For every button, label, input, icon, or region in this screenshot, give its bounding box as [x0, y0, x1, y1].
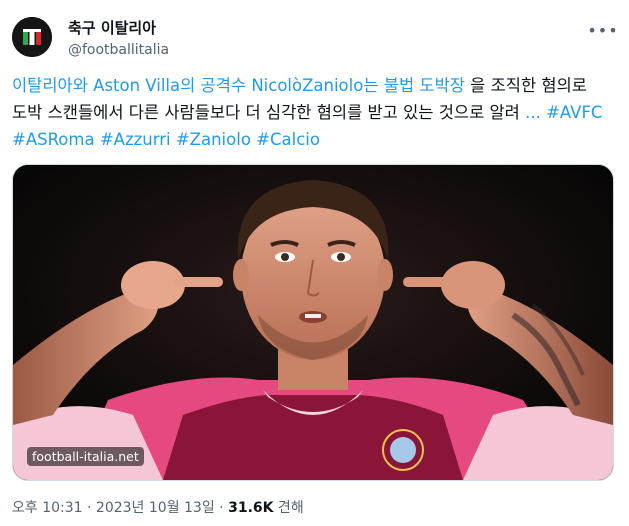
- text-segment: 는: [363, 76, 384, 95]
- separator: ·: [214, 500, 229, 516]
- mention-link-aston-villa[interactable]: Aston Villa: [93, 76, 180, 95]
- hashtag-link[interactable]: #Calcio: [256, 130, 320, 149]
- hashtag-link[interactable]: #Zaniolo: [176, 130, 251, 149]
- mention-link-zaniolo[interactable]: NicolòZaniolo: [251, 76, 363, 95]
- tweet-text: 이탈리아와 Aston Villa의 공격수 NicolòZaniolo는 불법…: [12, 72, 618, 153]
- photo-watermark: football-italia.net: [27, 447, 144, 466]
- account-handle[interactable]: @footballitalia: [68, 40, 169, 60]
- display-name[interactable]: 축구 이탈리아: [68, 18, 169, 38]
- tweet-time[interactable]: 오후 10:31: [12, 500, 83, 516]
- tweet-photo[interactable]: football-italia.net: [12, 164, 614, 481]
- tweet-header: 축구 이탈리아 @footballitalia •••: [12, 14, 618, 66]
- player-photo-illustration: [13, 165, 613, 480]
- italy-flag-logo-icon: [12, 17, 52, 57]
- hashtag-link[interactable]: #ASRoma: [12, 130, 95, 149]
- text-segment: 의 공격수: [180, 76, 252, 95]
- tweet-meta: 오후 10:31 · 2023년 10월 13일 · 31.6K 견해: [12, 497, 304, 517]
- text-segment: 이탈리아와: [12, 76, 94, 95]
- more-options-icon[interactable]: •••: [587, 16, 617, 44]
- hashtag-link[interactable]: #Azzurri: [100, 130, 171, 149]
- views-label: 견해: [273, 500, 304, 516]
- account-info: 축구 이탈리아 @footballitalia: [68, 18, 169, 60]
- show-more-link[interactable]: ...: [525, 103, 541, 122]
- tweet-date[interactable]: 2023년 10월 13일: [96, 500, 215, 516]
- views-count: 31.6K: [228, 500, 274, 516]
- avatar[interactable]: [12, 17, 52, 57]
- mention-link-gambling[interactable]: 불법 도박장: [384, 76, 465, 95]
- separator: ·: [82, 500, 96, 516]
- hashtag-link[interactable]: #AVFC: [546, 103, 602, 122]
